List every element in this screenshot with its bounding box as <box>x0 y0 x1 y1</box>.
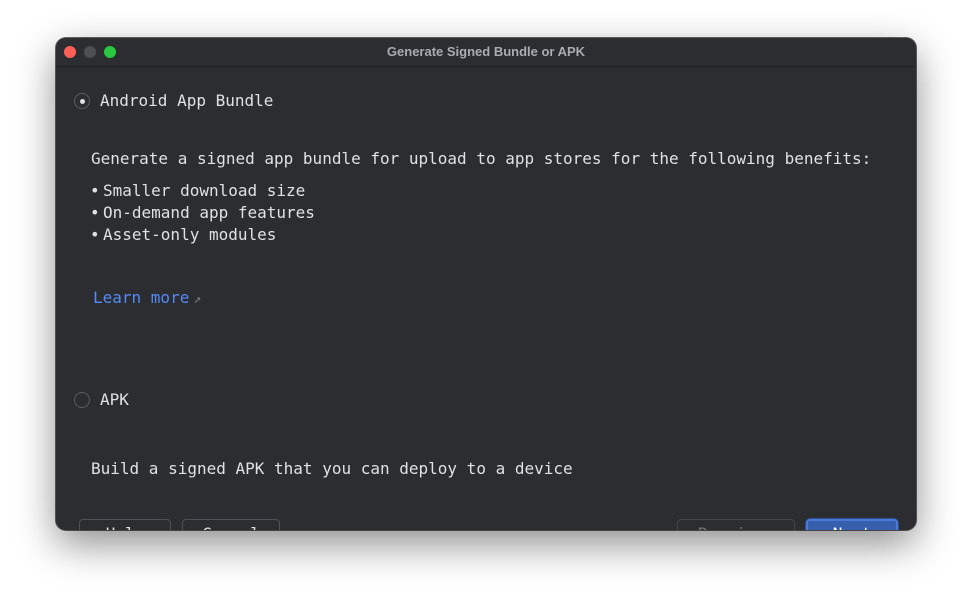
benefit-text: Smaller download size <box>103 181 306 200</box>
app-bundle-description: Generate a signed app bundle for upload … <box>91 149 872 168</box>
list-item: • On-demand app features <box>90 202 315 224</box>
apk-radio[interactable] <box>74 392 90 408</box>
bullet-icon: • <box>90 181 100 200</box>
window-title: Generate Signed Bundle or APK <box>386 44 586 59</box>
cancel-button[interactable]: Cancel <box>182 519 280 530</box>
dialog-content: Android App Bundle Generate a signed app… <box>56 67 916 530</box>
benefit-text: Asset-only modules <box>103 225 277 244</box>
benefits-list: • Smaller download size • On-demand app fe… <box>90 180 315 246</box>
title-bar: Generate Signed Bundle or APK <box>56 38 916 67</box>
help-button[interactable]: Help <box>79 519 171 530</box>
bullet-icon: • <box>90 225 100 244</box>
previous-button[interactable]: Previous <box>677 519 795 530</box>
list-item: • Smaller download size <box>90 180 315 202</box>
learn-more-link[interactable]: Learn more ↗ <box>93 288 201 307</box>
app-bundle-label[interactable]: Android App Bundle <box>100 91 273 110</box>
next-button[interactable]: Next <box>806 519 898 530</box>
learn-more-text[interactable]: Learn more <box>93 288 189 307</box>
apk-description: Build a signed APK that you can deploy t… <box>91 459 573 478</box>
list-item: • Asset-only modules <box>90 224 315 246</box>
apk-label[interactable]: APK <box>100 390 129 409</box>
benefit-text: On-demand app features <box>103 203 315 222</box>
bullet-icon: • <box>90 203 100 222</box>
external-link-arrow-icon: ↗ <box>193 292 202 307</box>
app-bundle-radio[interactable] <box>74 93 90 109</box>
dialog-window: Generate Signed Bundle or APK Android Ap… <box>56 38 916 530</box>
